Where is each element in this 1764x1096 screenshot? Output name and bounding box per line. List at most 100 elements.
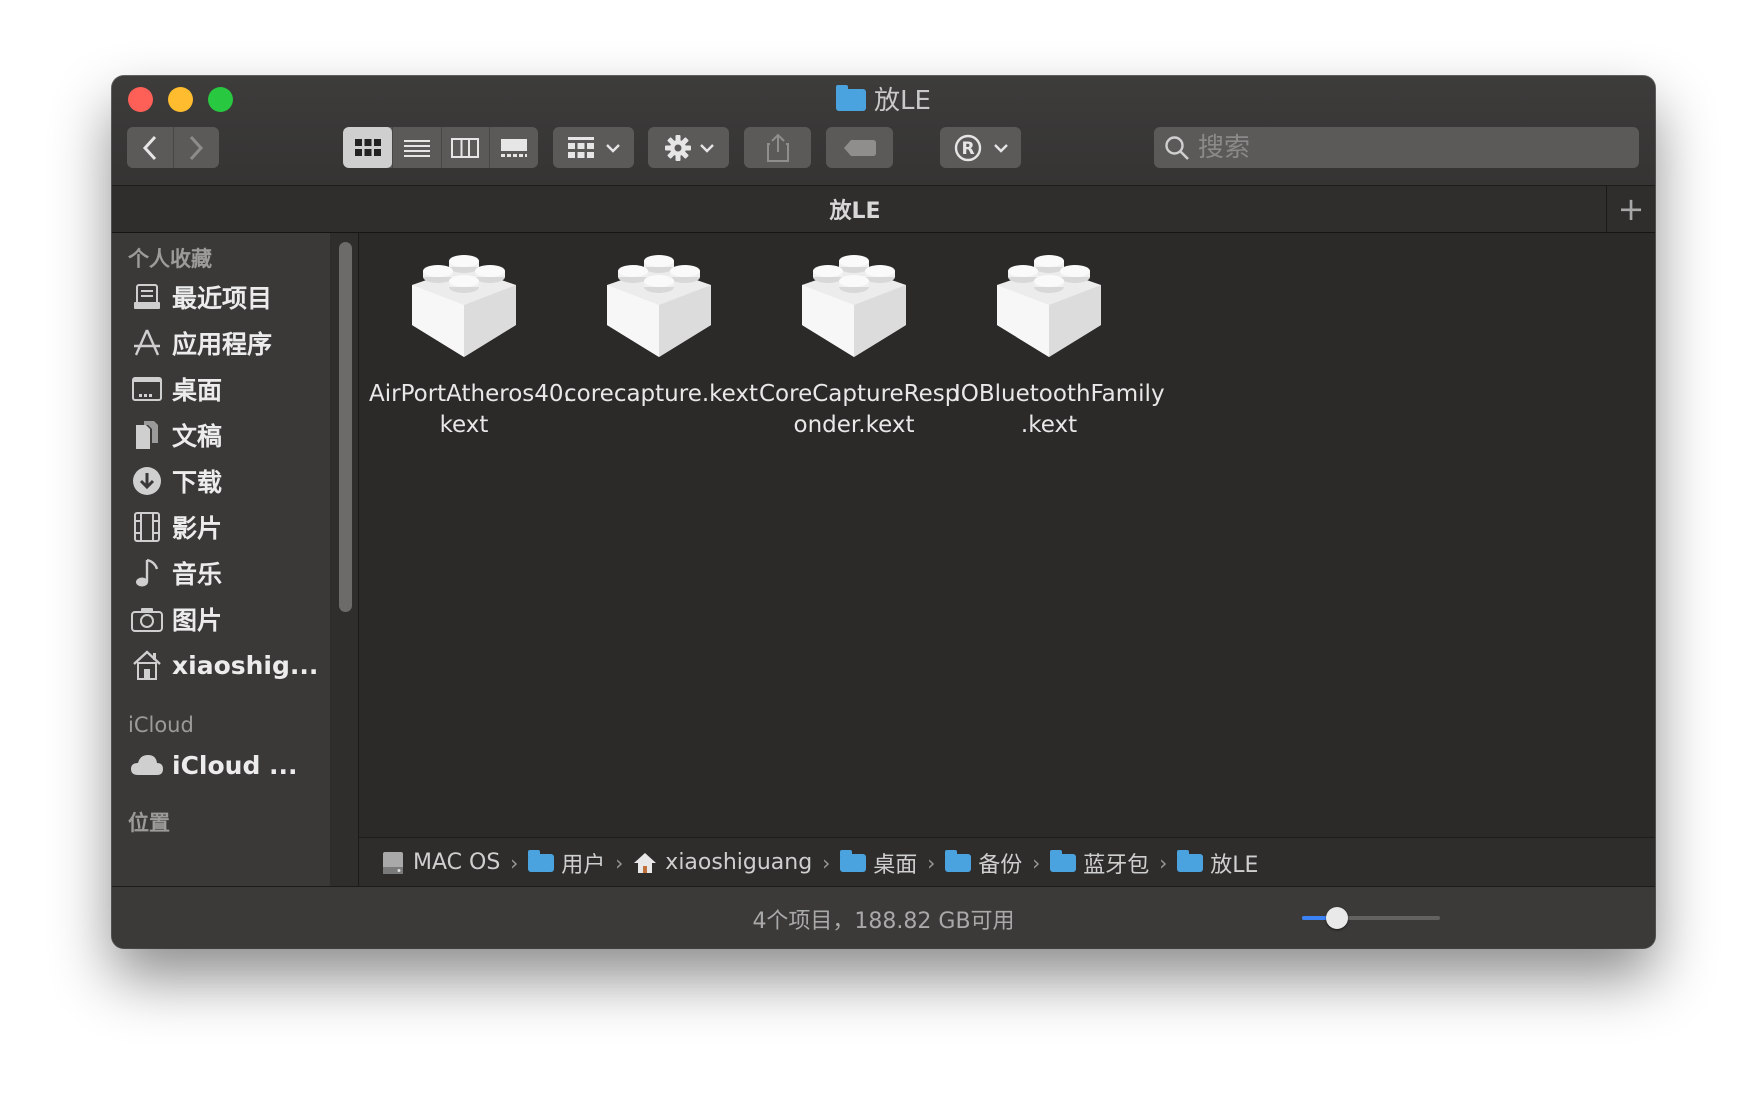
share-button[interactable] <box>744 127 811 168</box>
chevron-left-icon <box>142 135 156 160</box>
sidebar-header-locations: 位置 <box>128 811 170 835</box>
sidebar-item-label: 下载 <box>172 468 223 497</box>
icon-size-slider-knob[interactable] <box>1325 907 1348 929</box>
sidebar-item-label: 应用程序 <box>172 330 273 359</box>
action-menu-button[interactable] <box>648 127 729 168</box>
sidebar-item-desktop[interactable]: 桌面 <box>128 369 222 409</box>
sidebar-item-label: 最近项目 <box>172 284 273 313</box>
path-item-users[interactable]: 用户 › <box>528 847 633 879</box>
home-icon <box>634 852 657 873</box>
chevron-down-icon <box>605 143 620 153</box>
folder-icon <box>1050 849 1077 872</box>
sidebar-item-label: 影片 <box>172 514 223 543</box>
chevron-right-icon <box>190 135 204 160</box>
path-item-backup[interactable]: 备份 › <box>945 847 1050 879</box>
kext-lego-icon <box>802 255 906 357</box>
path-item-disk[interactable]: MAC OS › <box>381 850 528 876</box>
window-title-text: 放LE <box>874 86 931 116</box>
folder-icon <box>1177 849 1204 872</box>
chevron-down-icon <box>699 143 714 153</box>
file-name: CoreCaptureResp onder.kext <box>759 381 960 438</box>
search-field[interactable] <box>1154 127 1639 168</box>
path-item-home[interactable]: xiaoshiguang › <box>633 850 840 875</box>
path-item-bluetooth-pack[interactable]: 蓝牙包 › <box>1050 847 1177 879</box>
columns-icon <box>451 137 480 158</box>
file-name: AirPortAtheros40. kext <box>369 381 571 438</box>
group-by-button[interactable] <box>553 127 634 168</box>
sidebar-header-icloud: iCloud <box>128 713 194 737</box>
documents-icon <box>128 417 166 453</box>
navigation-buttons <box>127 127 219 168</box>
sidebar-item-downloads[interactable]: 下载 <box>128 461 222 501</box>
sidebar-item-pictures[interactable]: 图片 <box>128 599 222 639</box>
gear-icon <box>664 134 691 161</box>
kext-lego-icon <box>607 255 711 357</box>
sidebar-item-movies[interactable]: 影片 <box>128 507 222 547</box>
sidebar-scrollbar-thumb[interactable] <box>339 242 352 612</box>
toolbar: 放LE R 搜索 <box>112 76 1655 186</box>
search-input[interactable] <box>1196 131 1620 164</box>
sidebar-item-documents[interactable]: 文稿 <box>128 415 222 455</box>
file-item[interactable]: IOBluetoothFamily .kext <box>954 253 1165 441</box>
kext-lego-icon <box>997 255 1101 357</box>
file-item[interactable]: corecapture.kext <box>564 253 759 410</box>
applications-icon <box>128 325 166 361</box>
file-area[interactable]: AirPortAtheros40.kext corecapture.kext <box>359 233 1655 837</box>
kext-lego-icon <box>412 255 516 357</box>
grid-icon <box>354 138 381 156</box>
gallery-icon <box>500 138 527 157</box>
icon-view-button[interactable] <box>343 127 393 168</box>
path-item-current[interactable]: 放LE <box>1177 847 1258 879</box>
sidebar-item-applications[interactable]: 应用程序 <box>128 323 272 363</box>
file-name: IOBluetoothFamily .kext <box>954 381 1165 438</box>
new-tab-button[interactable]: + <box>1606 186 1655 232</box>
icloud-icon <box>128 747 166 783</box>
tab-title[interactable]: 放LE <box>112 193 1598 225</box>
hard-disk-icon <box>383 851 403 874</box>
sidebar-item-icloud-drive[interactable]: iCloud ... <box>128 745 298 785</box>
svg-text:R: R <box>961 139 974 159</box>
sidebar-item-recents[interactable]: 最近项目 <box>128 277 272 317</box>
folder-icon <box>840 849 867 872</box>
sidebar-item-label: 文稿 <box>172 422 223 451</box>
file-item[interactable]: CoreCaptureResp onder.kext <box>759 253 960 441</box>
sidebar-item-music[interactable]: 音乐 <box>128 553 222 593</box>
music-icon <box>128 555 166 591</box>
extension-button[interactable]: R <box>940 127 1021 168</box>
folder-icon <box>836 85 867 111</box>
registered-icon: R <box>954 134 981 161</box>
folder-icon <box>528 849 555 872</box>
sidebar-item-label: 桌面 <box>172 376 223 405</box>
sidebar-item-home[interactable]: xiaoshig... <box>128 645 318 685</box>
gallery-view-button[interactable] <box>488 127 538 168</box>
movies-icon <box>128 509 166 545</box>
tags-button[interactable] <box>826 127 893 168</box>
sidebar: 个人收藏 最近项目 应用程序 桌面 文稿 下载 影片 音乐 图片 xiaoshi… <box>112 233 330 897</box>
view-mode-control <box>343 127 538 168</box>
file-name: corecapture.kext <box>564 381 759 407</box>
path-item-desktop[interactable]: 桌面 › <box>840 847 945 879</box>
forward-button[interactable] <box>172 127 220 168</box>
downloads-icon <box>128 463 166 499</box>
back-button[interactable] <box>127 127 173 168</box>
sidebar-header-favorites: 个人收藏 <box>128 247 212 271</box>
search-icon <box>1165 135 1189 160</box>
list-icon <box>403 139 430 157</box>
sidebar-item-label: 图片 <box>172 606 223 635</box>
sidebar-item-label: 音乐 <box>172 560 223 589</box>
sidebar-item-label: iCloud ... <box>172 750 298 780</box>
camera-icon <box>128 601 166 637</box>
folder-icon <box>945 849 972 872</box>
list-view-button[interactable] <box>392 127 440 168</box>
window-title: 放LE <box>112 84 1655 118</box>
recents-icon <box>128 279 166 315</box>
chevron-down-icon <box>993 143 1008 153</box>
tab-bar: 放LE + <box>112 186 1655 233</box>
path-bar: MAC OS › 用户 › xiaoshiguang › 桌面 › 备份 › 蓝牙包 › 放… <box>359 837 1655 887</box>
tag-icon <box>843 139 876 156</box>
column-view-button[interactable] <box>440 127 489 168</box>
file-item[interactable]: AirPortAtheros40. kext <box>369 253 571 441</box>
finder-window: 放LE R 搜索 放LE + 个人收藏 最近项目 应用程序 桌面 文稿 下载 影… <box>112 76 1655 948</box>
group-grid-icon <box>567 136 594 158</box>
share-icon <box>766 133 789 162</box>
